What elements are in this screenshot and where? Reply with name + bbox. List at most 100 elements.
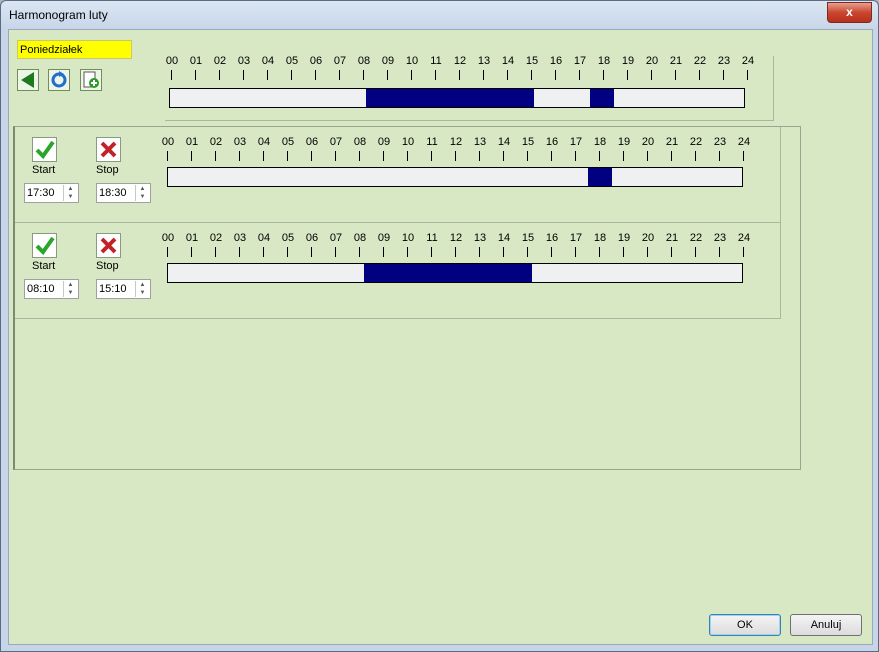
add-document-button[interactable] — [80, 69, 102, 91]
hour-tick — [555, 70, 556, 80]
hour-tick — [287, 151, 288, 161]
hour-label: 17 — [569, 232, 583, 244]
stop-time-spinner[interactable]: ▲ ▼ — [135, 185, 149, 201]
hour-label: 07 — [329, 136, 343, 148]
hour-label: 11 — [430, 55, 442, 67]
hour-tick — [579, 70, 580, 80]
start-button[interactable] — [32, 137, 57, 162]
refresh-button[interactable] — [48, 69, 70, 91]
hour-label: 14 — [497, 232, 511, 244]
dialog-window: Harmonogram luty x Poniedziałek 00 01 02 03… — [0, 0, 879, 652]
hour-label: 05 — [285, 55, 299, 67]
hour-tick — [383, 247, 384, 257]
refresh-icon — [51, 71, 67, 88]
hour-tick — [383, 151, 384, 161]
hour-tick — [503, 151, 504, 161]
hour-label: 06 — [305, 232, 319, 244]
hour-label: 18 — [593, 136, 607, 148]
hour-tick — [263, 151, 264, 161]
hour-label: 00 — [165, 55, 179, 67]
hour-label: 21 — [665, 232, 679, 244]
cancel-button[interactable]: Anuluj — [790, 614, 862, 636]
hour-label: 06 — [309, 55, 323, 67]
hour-label: 03 — [237, 55, 251, 67]
hour-tick — [527, 247, 528, 257]
schedule-segment — [366, 89, 534, 107]
cross-icon — [100, 141, 117, 158]
hour-label: 09 — [381, 55, 395, 67]
start-time-input[interactable]: 08:10 ▲ ▼ — [24, 279, 79, 299]
hour-tick — [215, 151, 216, 161]
row-timeline-bar — [167, 263, 743, 283]
hour-label: 10 — [401, 136, 415, 148]
start-time-spinner[interactable]: ▲ ▼ — [63, 185, 77, 201]
hour-tick — [387, 70, 388, 80]
hour-tick — [551, 151, 552, 161]
hour-tick — [651, 70, 652, 80]
hour-label: 07 — [329, 232, 343, 244]
hour-label: 13 — [473, 136, 487, 148]
hour-tick — [171, 70, 172, 80]
stop-button[interactable] — [96, 137, 121, 162]
summary-timeline-panel: 00 01 02 03 04 05 06 07 08 09 10 11 12 13 14 15 16 17 18 19… — [165, 56, 774, 121]
hour-tick — [575, 151, 576, 161]
row-timeline-bar — [167, 167, 743, 187]
hour-label: 05 — [281, 136, 295, 148]
day-label: Poniedziałek — [17, 40, 132, 59]
hour-label: 20 — [645, 55, 659, 67]
hour-tick — [575, 247, 576, 257]
close-button[interactable]: x — [827, 2, 872, 23]
hour-label: 02 — [213, 55, 227, 67]
hour-tick — [339, 70, 340, 80]
hour-tick — [699, 70, 700, 80]
hour-tick — [743, 151, 744, 161]
hour-label: 04 — [257, 232, 271, 244]
hour-tick — [647, 247, 648, 257]
hour-tick — [435, 70, 436, 80]
hour-tick — [503, 247, 504, 257]
checkmark-icon — [35, 236, 55, 256]
hour-tick — [527, 151, 528, 161]
hour-label: 21 — [665, 136, 679, 148]
hour-label: 03 — [233, 136, 247, 148]
hour-label: 13 — [473, 232, 487, 244]
hour-tick — [431, 247, 432, 257]
start-button[interactable] — [32, 233, 57, 258]
hour-tick — [267, 70, 268, 80]
schedule-row: Start Stop 17:30 ▲ ▼ 18:30 ▲ ▼ 00 01 02 03 04 0… — [15, 127, 781, 223]
hour-label: 19 — [617, 232, 631, 244]
hour-tick — [455, 247, 456, 257]
hour-label: 21 — [669, 55, 683, 67]
hour-tick — [191, 151, 192, 161]
back-arrow-icon — [21, 72, 34, 88]
hour-tick — [263, 247, 264, 257]
start-time-spinner[interactable]: ▲ ▼ — [63, 281, 77, 297]
stop-button[interactable] — [96, 233, 121, 258]
hour-label: 22 — [689, 232, 703, 244]
hour-tick — [599, 151, 600, 161]
new-document-icon — [83, 71, 99, 88]
hour-label: 18 — [597, 55, 611, 67]
hour-label: 22 — [693, 55, 707, 67]
hour-label: 12 — [453, 55, 467, 67]
hour-tick — [311, 247, 312, 257]
hour-label: 23 — [717, 55, 731, 67]
hour-tick — [483, 70, 484, 80]
start-time-input[interactable]: 17:30 ▲ ▼ — [24, 183, 79, 203]
schedule-segment — [364, 264, 532, 282]
schedule-segment — [590, 89, 614, 107]
hour-tick — [479, 247, 480, 257]
hour-label: 19 — [621, 55, 635, 67]
back-button[interactable] — [17, 69, 39, 91]
hour-label: 10 — [405, 55, 419, 67]
hour-tick — [359, 151, 360, 161]
hour-label: 18 — [593, 232, 607, 244]
hour-tick — [335, 151, 336, 161]
schedule-rows-panel: Start Stop 17:30 ▲ ▼ 18:30 ▲ ▼ 00 01 02 03 04 0… — [13, 126, 801, 470]
stop-time-spinner[interactable]: ▲ ▼ — [135, 281, 149, 297]
stop-time-input[interactable]: 18:30 ▲ ▼ — [96, 183, 151, 203]
ok-button[interactable]: OK — [709, 614, 781, 636]
hour-label: 09 — [377, 136, 391, 148]
stop-time-input[interactable]: 15:10 ▲ ▼ — [96, 279, 151, 299]
hour-tick — [695, 151, 696, 161]
